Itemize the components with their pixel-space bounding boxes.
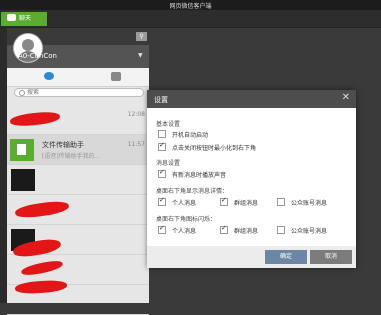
option-label: 个人消息	[172, 228, 197, 235]
option-play-sound[interactable]: 有新消息时播放声音	[158, 168, 227, 179]
search-box[interactable]	[14, 88, 144, 97]
left-strip	[0, 28, 7, 303]
checkbox-checked[interactable]	[220, 196, 228, 206]
dialog-header: 设置 ✕	[147, 90, 356, 108]
chat-time: 12:08	[127, 111, 145, 118]
window-title: 网页微信客户端	[169, 3, 212, 10]
username: A0-ConCon	[18, 52, 57, 60]
checkbox-checked[interactable]	[220, 224, 228, 234]
document-icon	[17, 144, 26, 155]
tab-chat-label: 聊天	[19, 15, 32, 22]
section-message: 消息设置	[156, 160, 181, 167]
list-item[interactable]: 文件传输助手 [语音]传输助手我的... 11:57	[7, 135, 149, 165]
checkbox-checked[interactable]	[158, 196, 166, 206]
file-transfer-avatar	[10, 139, 34, 161]
chat-panel: A0-ConCon ▼ 12:08 文件传输助手 [语音]传输助手我的... 1…	[7, 33, 149, 315]
avatar-head	[22, 39, 34, 51]
chat-title: 文件传输助手	[42, 141, 84, 149]
option-detail-personal[interactable]: 个人消息	[158, 196, 197, 207]
chat-bubble-icon	[7, 14, 16, 21]
option-label: 群组消息	[234, 228, 259, 235]
option-detail-group[interactable]: 群组消息	[220, 196, 259, 207]
section-icon-flash: 桌面右下角图标闪烁：	[156, 216, 217, 223]
checkbox-checked[interactable]	[158, 168, 166, 178]
option-flash-group[interactable]: 群组消息	[220, 224, 259, 235]
option-label: 有新消息时播放声音	[172, 172, 227, 179]
option-flash-personal[interactable]: 个人消息	[158, 224, 197, 235]
option-flash-official[interactable]: 公众账号消息	[277, 226, 327, 235]
checkbox-checked[interactable]	[158, 224, 166, 234]
window-titlebar: 网页微信客户端	[0, 0, 381, 10]
search-icon	[19, 90, 25, 96]
settings-dialog: 设置 ✕ 基本设置 开机自动启动 点击关闭按钮时最小化到右下角 消息设置 有新消…	[147, 90, 356, 268]
option-label: 群组消息	[234, 200, 259, 207]
pin-icon[interactable]: ⚲	[136, 32, 147, 41]
option-label: 开机自动启动	[172, 132, 209, 139]
search-input[interactable]	[27, 89, 127, 96]
option-detail-official[interactable]: 公众账号消息	[277, 198, 327, 207]
chat-tab-icon[interactable]	[44, 72, 54, 80]
option-label: 公众账号消息	[291, 228, 328, 235]
list-item[interactable]	[7, 165, 149, 195]
dialog-footer: 确定 取消	[147, 246, 356, 268]
option-label: 点击关闭按钮时最小化到右下角	[172, 145, 257, 152]
close-icon[interactable]: ✕	[342, 93, 350, 103]
ok-button[interactable]: 确定	[265, 250, 307, 264]
contact-avatar	[11, 169, 35, 191]
chat-time: 11:57	[127, 141, 145, 148]
section-basic: 基本设置	[156, 121, 181, 128]
chevron-down-icon[interactable]: ▼	[138, 52, 143, 59]
dialog-title: 设置	[154, 96, 168, 104]
tab-bar	[0, 10, 381, 28]
profile-bar: A0-ConCon ▼	[7, 33, 149, 68]
checkbox-unchecked[interactable]	[277, 198, 285, 206]
tab-chat[interactable]: 聊天	[1, 12, 47, 26]
panel-nav	[7, 68, 149, 87]
option-label: 个人消息	[172, 200, 197, 207]
checkbox-unchecked[interactable]	[277, 226, 285, 234]
option-auto-start[interactable]: 开机自动启动	[158, 130, 208, 139]
cancel-button[interactable]: 取消	[310, 250, 352, 264]
contacts-tab-icon[interactable]	[111, 72, 121, 81]
option-label: 公众账号消息	[291, 200, 328, 207]
checkbox-checked[interactable]	[158, 141, 166, 151]
checkbox-unchecked[interactable]	[158, 130, 166, 138]
section-show-details: 桌面右下角显示消息详情：	[156, 188, 229, 195]
chat-preview: [语音]传输助手我的...	[42, 153, 101, 160]
option-minimize-on-close[interactable]: 点击关闭按钮时最小化到右下角	[158, 141, 257, 152]
